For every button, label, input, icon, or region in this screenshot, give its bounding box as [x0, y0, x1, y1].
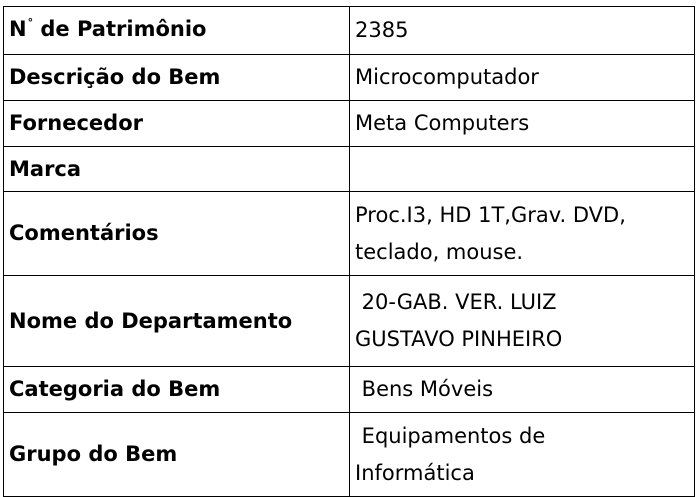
comentarios-line-2: teclado, mouse.: [355, 239, 524, 264]
descricao-label: Descrição do Bem: [3, 54, 350, 101]
marca-label: Marca: [3, 146, 350, 192]
patrimonio-label-text: N: [9, 16, 27, 41]
departamento-line-1: 20-GAB. VER. LUIZ: [355, 290, 557, 314]
departamento-line-2: GUSTAVO PINHEIRO: [355, 327, 563, 351]
categoria-label: Categoria do Bem: [3, 366, 350, 413]
comentarios-value: Proc.I3, HD 1T,Grav. DVD, teclado, mouse…: [349, 191, 695, 276]
table-row: Grupo do Bem Equipamentos de Informática: [3, 412, 695, 497]
grupo-line-1: Equipamentos de: [355, 423, 546, 448]
table-row: Marca: [3, 146, 695, 192]
patrimonio-value: 2385: [349, 6, 695, 55]
fornecedor-value: Meta Computers: [349, 100, 695, 147]
grupo-line-2: Informática: [355, 460, 475, 485]
patrimonio-label: N° de Patrimônio: [3, 6, 350, 55]
grupo-value: Equipamentos de Informática: [349, 412, 695, 497]
departamento-label: Nome do Departamento: [3, 275, 350, 367]
marca-value: [349, 146, 695, 192]
departamento-value: 20-GAB. VER. LUIZ GUSTAVO PINHEIRO: [349, 275, 695, 367]
descricao-value: Microcomputador: [349, 54, 695, 101]
table-row: Descrição do Bem Microcomputador: [3, 54, 695, 101]
grupo-label: Grupo do Bem: [3, 412, 350, 497]
comentarios-label: Comentários: [3, 191, 350, 276]
table-row: Categoria do Bem Bens Móveis: [3, 366, 695, 413]
degree-symbol: °: [27, 15, 34, 29]
patrimonio-label-rest: de Patrimônio: [33, 16, 207, 41]
table-row: Comentários Proc.I3, HD 1T,Grav. DVD, te…: [3, 191, 695, 276]
table-row: Nome do Departamento 20-GAB. VER. LUIZ G…: [3, 275, 695, 367]
fornecedor-label: Fornecedor: [3, 100, 350, 147]
asset-details-table: N° de Patrimônio 2385 Descrição do Bem M…: [3, 6, 695, 497]
table-row: N° de Patrimônio 2385: [3, 6, 695, 55]
categoria-value: Bens Móveis: [349, 366, 695, 413]
table-row: Fornecedor Meta Computers: [3, 100, 695, 147]
comentarios-line-1: Proc.I3, HD 1T,Grav. DVD,: [355, 202, 626, 227]
